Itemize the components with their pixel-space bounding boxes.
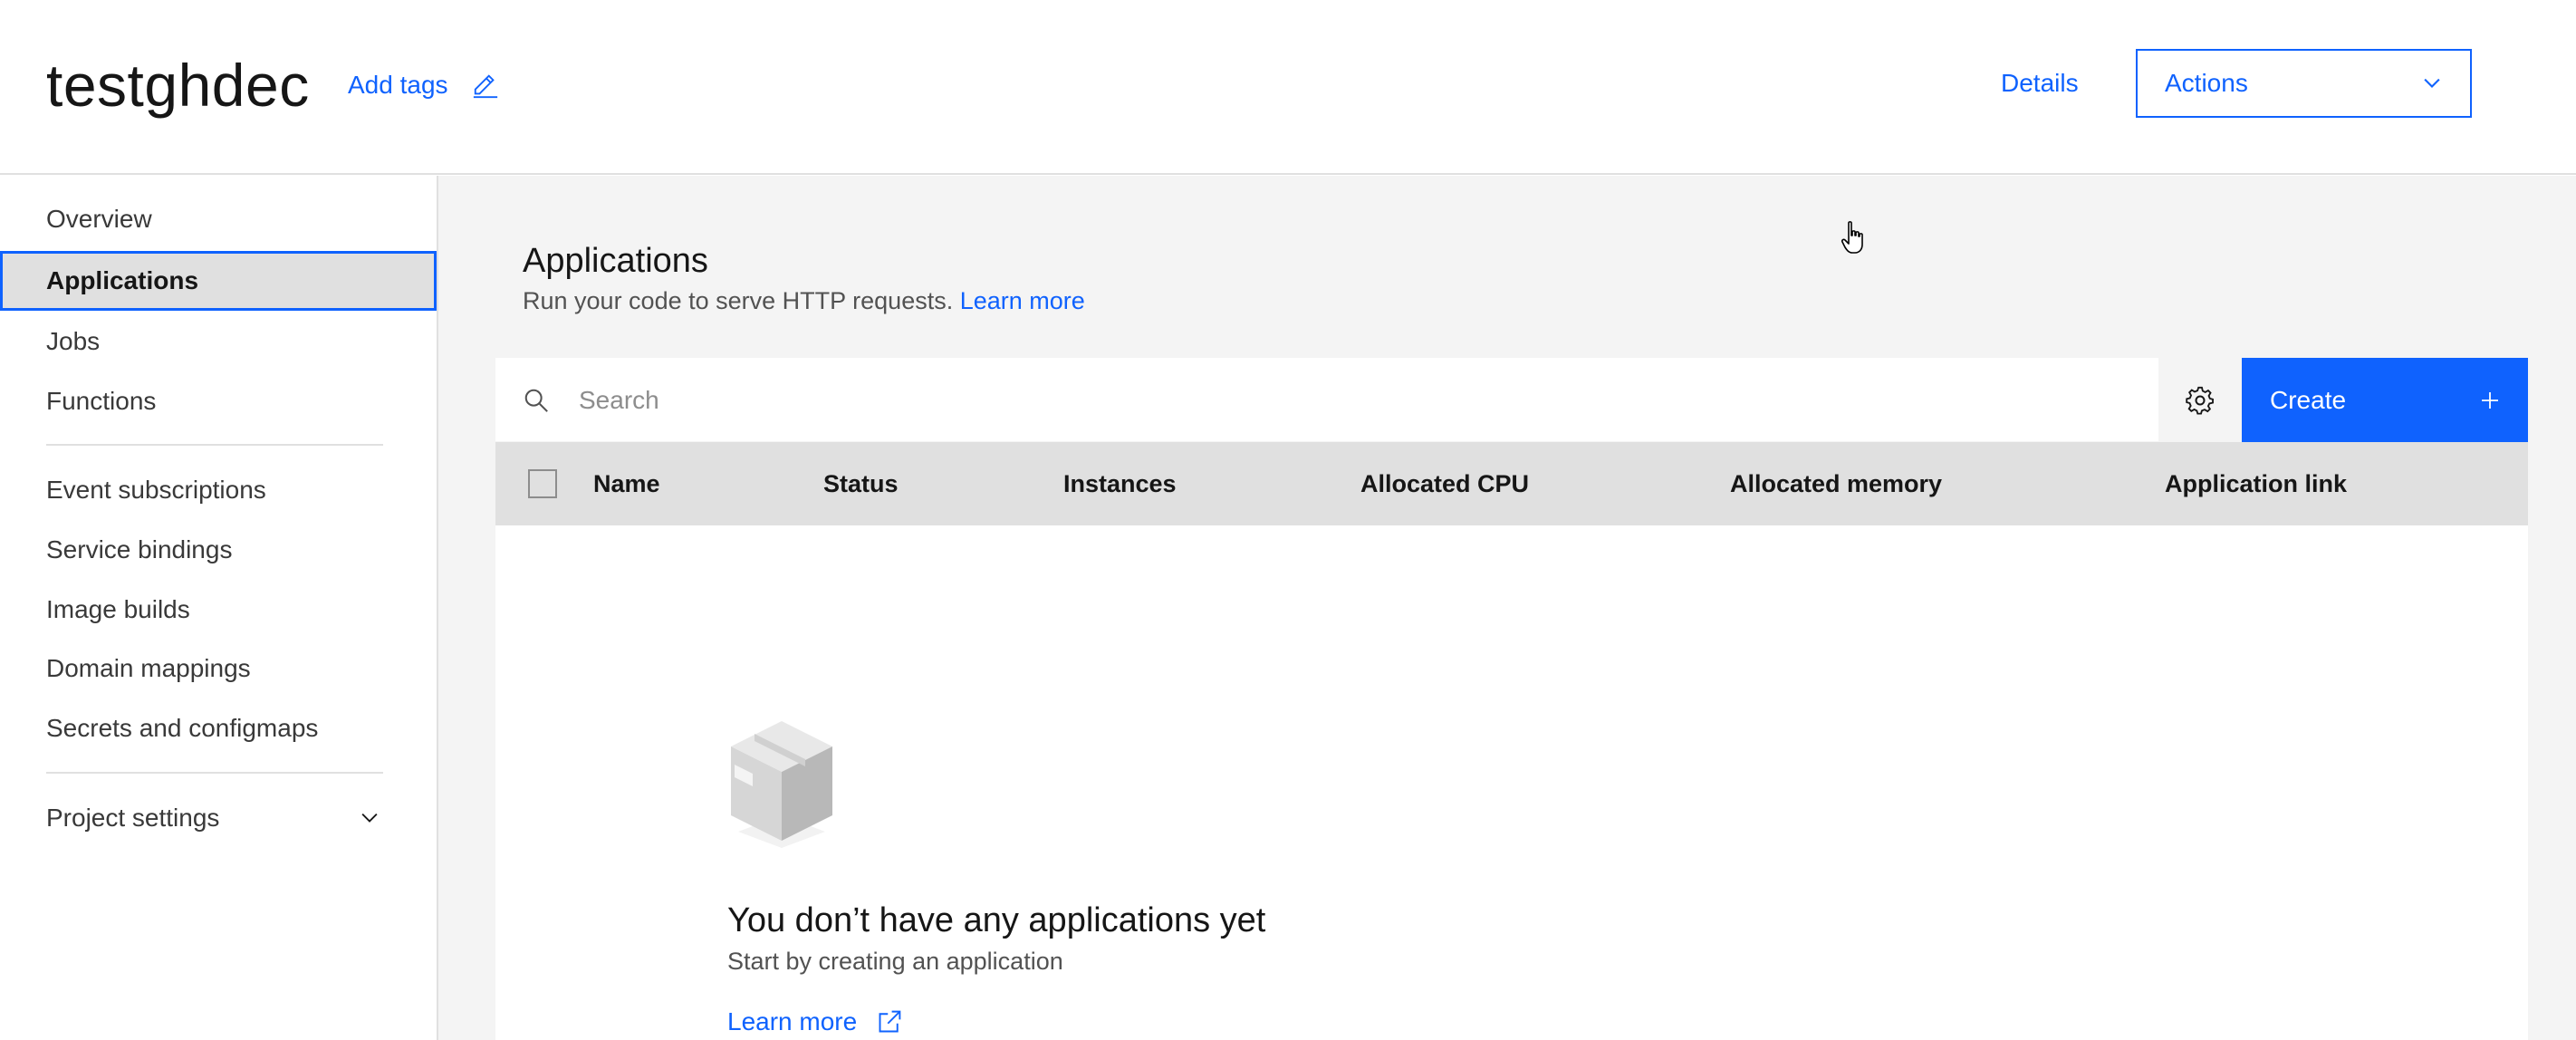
empty-state-subtitle: Start by creating an application [727,948,1063,975]
column-header-instances[interactable]: Instances [1063,442,1177,525]
column-header-name[interactable]: Name [593,442,660,525]
sidebar-item-label: Functions [46,387,157,415]
project-title: testghdec [46,52,310,119]
sidebar-nav: Overview Applications Jobs Functions Eve… [0,176,438,1040]
sidebar-item-label: Applications [46,266,199,294]
page-header: testghdec Add tags Details Actions [0,0,2576,175]
column-header-application-link[interactable]: Application link [2165,442,2347,525]
actions-dropdown-label: Actions [2165,69,2248,97]
page-title: Applications [523,242,708,280]
sidebar-item-label: Project settings [46,804,220,832]
empty-state: You don’t have any applications yet Star… [495,525,2528,1040]
sidebar-item-image-builds[interactable]: Image builds [0,580,437,640]
add-tags-label: Add tags [348,71,448,99]
search-input[interactable] [579,358,2146,442]
sidebar-item-label: Domain mappings [46,654,251,682]
gear-icon [2186,386,2214,415]
page-subtitle-text: Run your code to serve HTTP requests. [523,287,954,314]
search-container [495,358,2158,442]
sidebar-item-label: Service bindings [46,535,233,563]
plus-icon [2482,391,2498,409]
create-button[interactable]: Create [2242,358,2528,442]
empty-state-title: You don’t have any applications yet [727,901,1266,939]
actions-dropdown[interactable]: Actions [2136,49,2472,118]
column-header-allocated-cpu[interactable]: Allocated CPU [1360,442,1529,525]
table-toolbar: Create [495,358,2528,442]
sidebar-item-functions[interactable]: Functions [0,371,437,431]
empty-state-link-label: Learn more [727,1007,858,1035]
sidebar-divider [46,772,383,774]
sidebar-item-label: Overview [46,205,152,233]
empty-state-learn-more-link[interactable]: Learn more [727,1006,902,1038]
learn-more-link[interactable]: Learn more [960,287,1085,314]
sidebar-item-jobs[interactable]: Jobs [0,312,437,371]
sidebar-item-event-subscriptions[interactable]: Event subscriptions [0,460,437,520]
details-link[interactable]: Details [2001,67,2079,100]
sidebar-item-service-bindings[interactable]: Service bindings [0,520,437,580]
select-all-checkbox[interactable] [528,469,557,498]
launch-icon [879,1010,901,1033]
column-header-status[interactable]: Status [823,442,899,525]
box-icon [731,721,832,848]
chevron-down-icon [2424,78,2440,88]
create-button-label: Create [2270,385,2347,414]
search-icon [524,389,548,412]
sidebar-item-secrets-and-configmaps[interactable]: Secrets and configmaps [0,698,437,758]
table-settings-button[interactable] [2158,358,2242,442]
add-tags-link[interactable]: Add tags [348,69,499,101]
sidebar-item-label: Secrets and configmaps [46,714,319,742]
sidebar-item-domain-mappings[interactable]: Domain mappings [0,639,437,698]
main-content: Applications Run your code to serve HTTP… [438,176,2576,1040]
sidebar-divider [46,444,383,446]
table-header: Name Status Instances Allocated CPU Allo… [495,442,2528,525]
column-header-allocated-memory[interactable]: Allocated memory [1730,442,1942,525]
pencil-icon [473,74,497,99]
sidebar-item-project-settings[interactable]: Project settings [0,788,437,848]
page-subtitle: Run your code to serve HTTP requests. Le… [523,284,1085,317]
chevron-down-icon [361,813,378,823]
sidebar-item-applications[interactable]: Applications [0,251,437,311]
sidebar-item-label: Jobs [46,327,101,355]
sidebar-item-overview[interactable]: Overview [0,189,437,249]
sidebar-item-label: Event subscriptions [46,476,266,504]
sidebar-item-label: Image builds [46,595,190,623]
